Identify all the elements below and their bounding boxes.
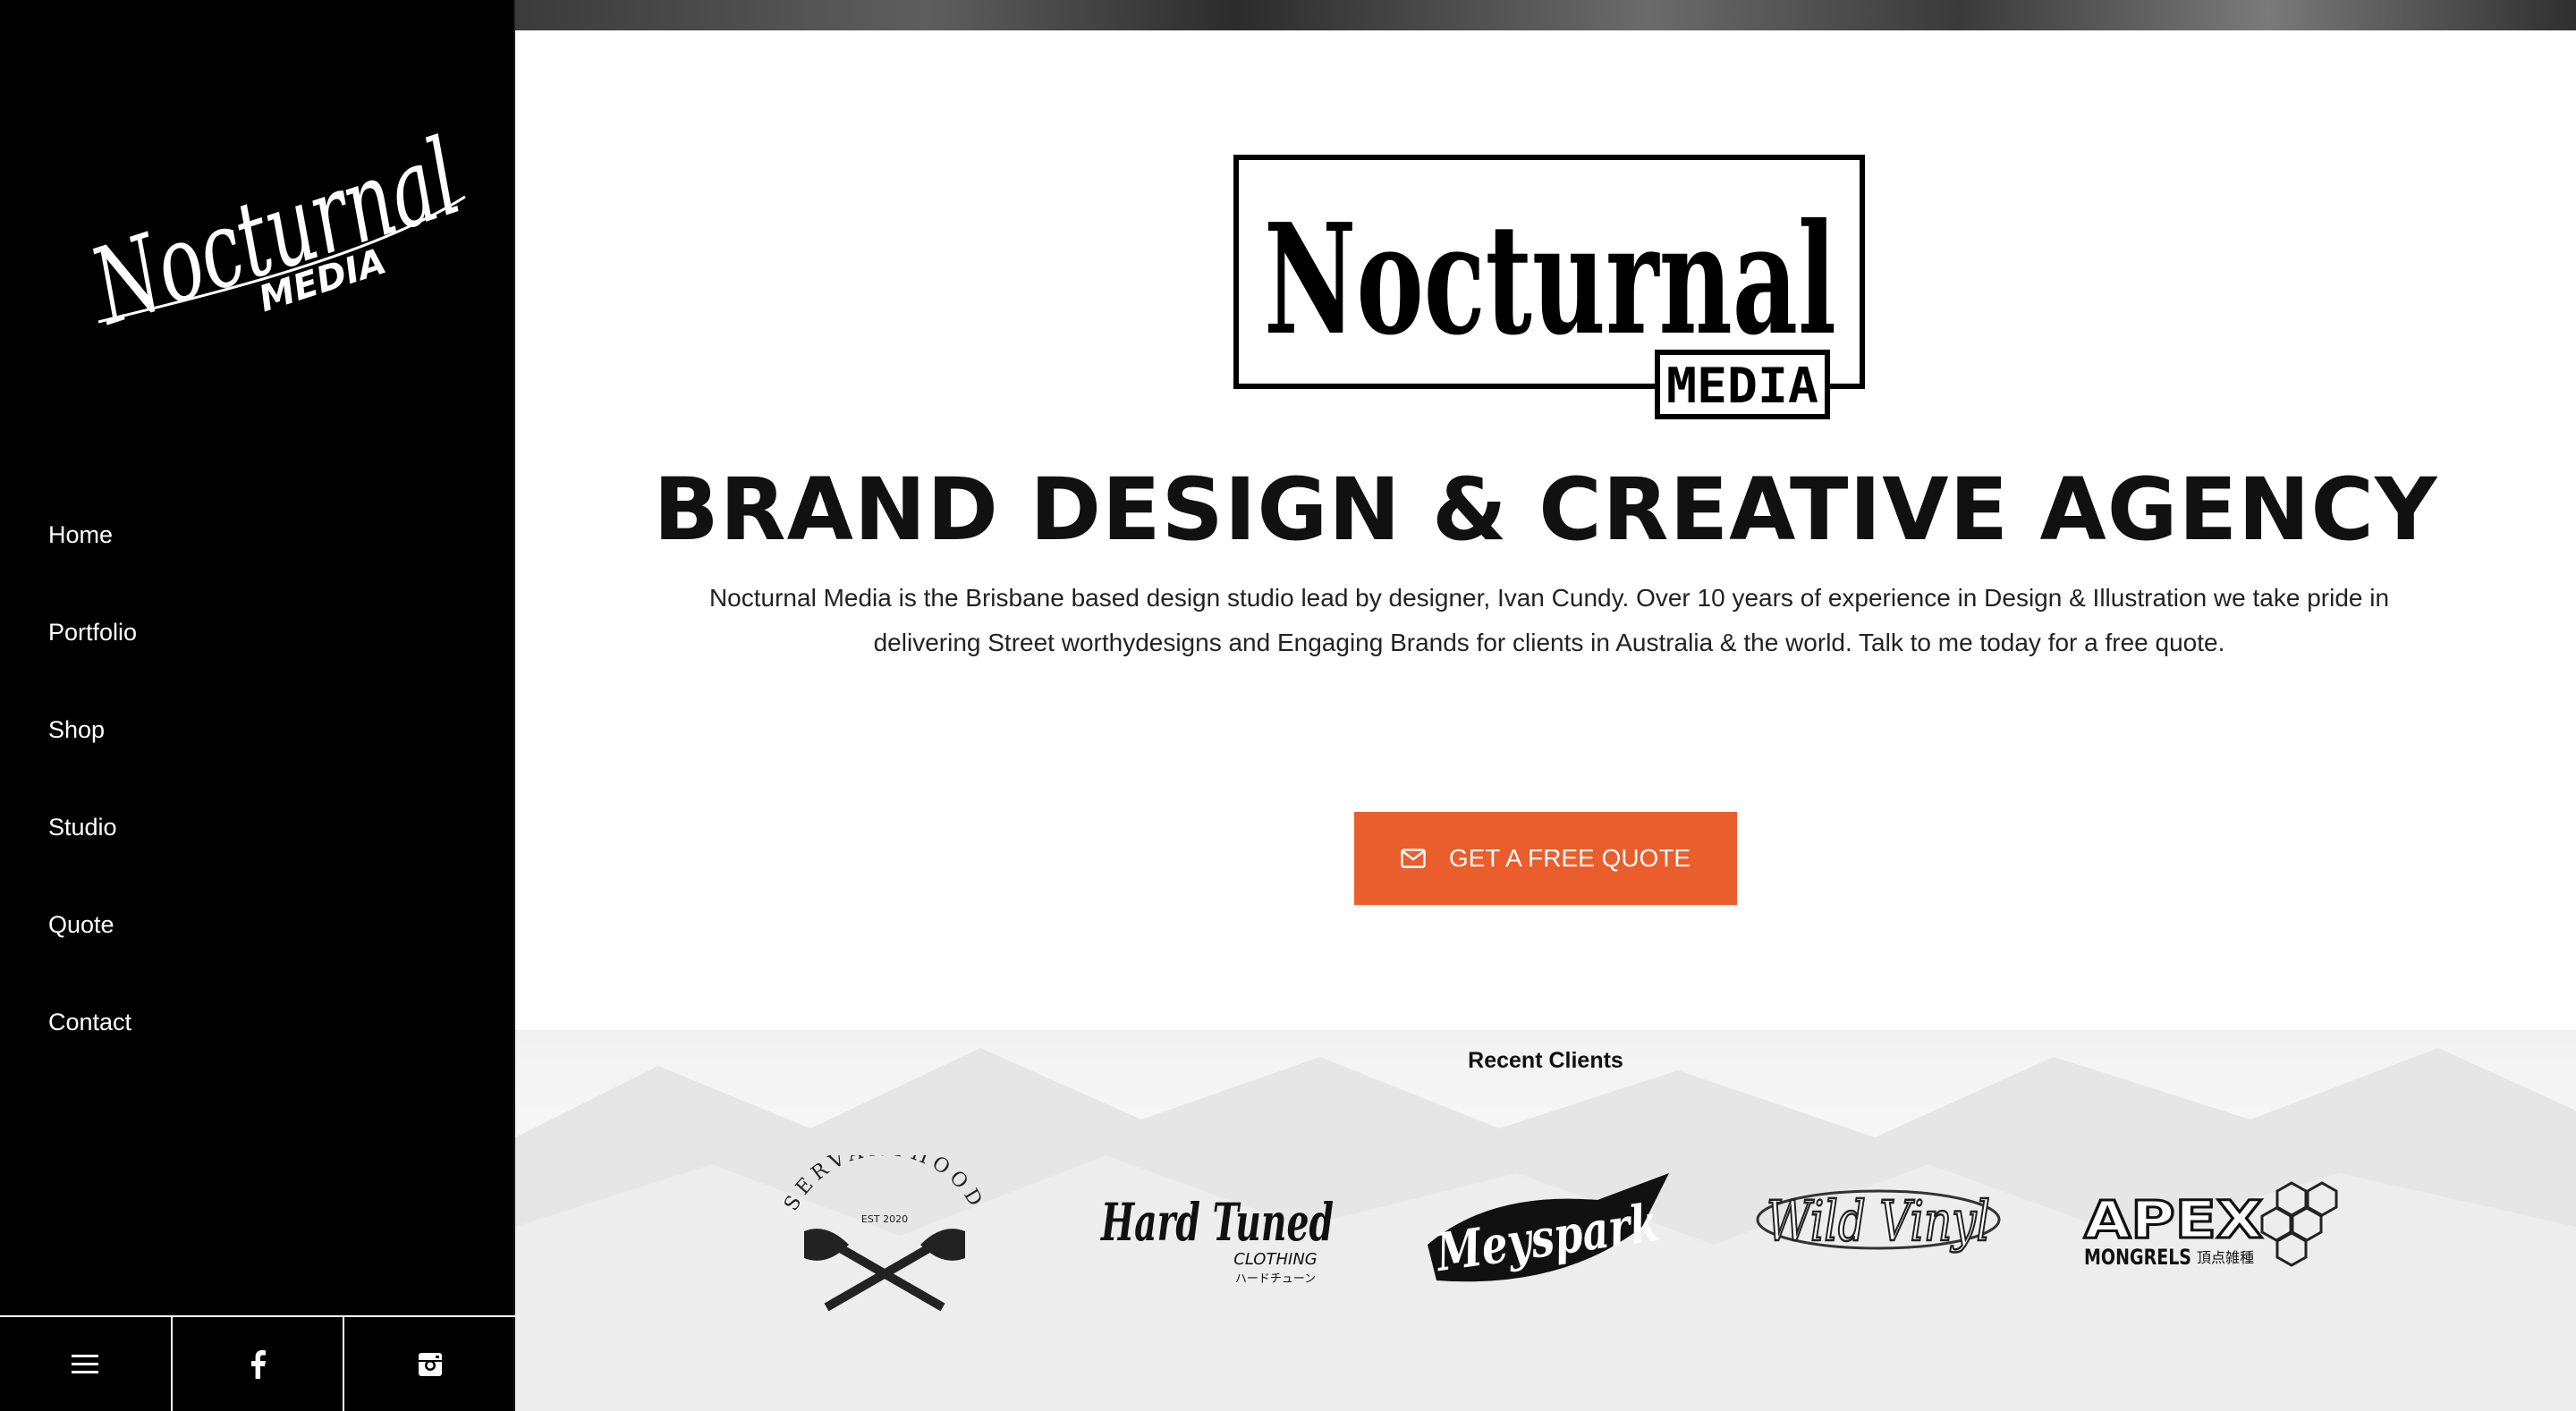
instagram-link[interactable] [344,1317,515,1411]
svg-text:Wild Vinyl: Wild Vinyl [1767,1188,1990,1254]
client-logo-meyspark: Meyspark [1428,1173,1669,1283]
svg-text:EST 2020: EST 2020 [861,1213,908,1225]
facebook-link[interactable] [173,1317,345,1411]
page-headline: BRAND DESIGN & CREATIVE AGENCY [653,460,2438,560]
get-free-quote-button[interactable]: GET A FREE QUOTE [1354,812,1737,905]
sidebar-logo[interactable]: Nocturnal MEDIA [80,116,474,358]
svg-text:APEX: APEX [2084,1189,2263,1250]
nav-item-shop[interactable]: Shop [48,705,137,802]
hero-section: Nocturnal MEDIA BRAND DESIGN & CREATIVE … [515,30,2576,1032]
recent-clients-section: Recent Clients SERVANTHOOD EST 2020 Hard… [515,1030,2576,1411]
sidebar-footer [0,1315,515,1411]
svg-text:Nocturnal: Nocturnal [1264,190,1836,369]
svg-text:MONGRELS: MONGRELS [2084,1245,2191,1270]
nav-item-studio[interactable]: Studio [48,802,137,900]
client-logo-hard-tuned: Hard Tuned CLOTHING ハードチューン [1100,1192,1334,1286]
nav-item-quote[interactable]: Quote [48,900,137,997]
mail-icon [1401,849,1426,868]
svg-text:MEDIA: MEDIA [1666,358,1818,414]
svg-text:ハードチューン: ハードチューン [1235,1272,1316,1286]
cta-label: GET A FREE QUOTE [1448,844,1691,872]
nav-item-portfolio[interactable]: Portfolio [48,607,137,705]
main-nav: Home Portfolio Shop Studio Quote Contact [48,510,137,1094]
nav-item-home[interactable]: Home [48,510,137,607]
svg-text:SERVANTHOOD: SERVANTHOOD [780,1155,988,1215]
facebook-icon [251,1349,266,1379]
instagram-icon [418,1352,442,1376]
client-logo-wild-vinyl: Wild Vinyl [1756,1187,2001,1255]
header-image-strip [515,0,2576,30]
nav-item-contact[interactable]: Contact [48,997,137,1094]
client-logo-apex-mongrels: APEX MONGRELS 頂点雑種 [2083,1181,2338,1270]
svg-text:Hard Tuned: Hard Tuned [1100,1192,1334,1253]
sidebar: Nocturnal MEDIA Home Portfolio Shop Stud… [0,0,515,1411]
svg-text:CLOTHING: CLOTHING [1233,1250,1318,1269]
svg-text:頂点雑種: 頂点雑種 [2197,1249,2254,1266]
intro-paragraph: Nocturnal Media is the Brisbane based de… [708,584,2390,656]
client-logo-servanthood: SERVANTHOOD EST 2020 [780,1155,988,1312]
menu-button[interactable] [0,1317,173,1411]
menu-icon [72,1354,99,1373]
brand-logo: Nocturnal MEDIA [1233,155,1865,419]
recent-clients-title: Recent Clients [1468,1048,1623,1073]
